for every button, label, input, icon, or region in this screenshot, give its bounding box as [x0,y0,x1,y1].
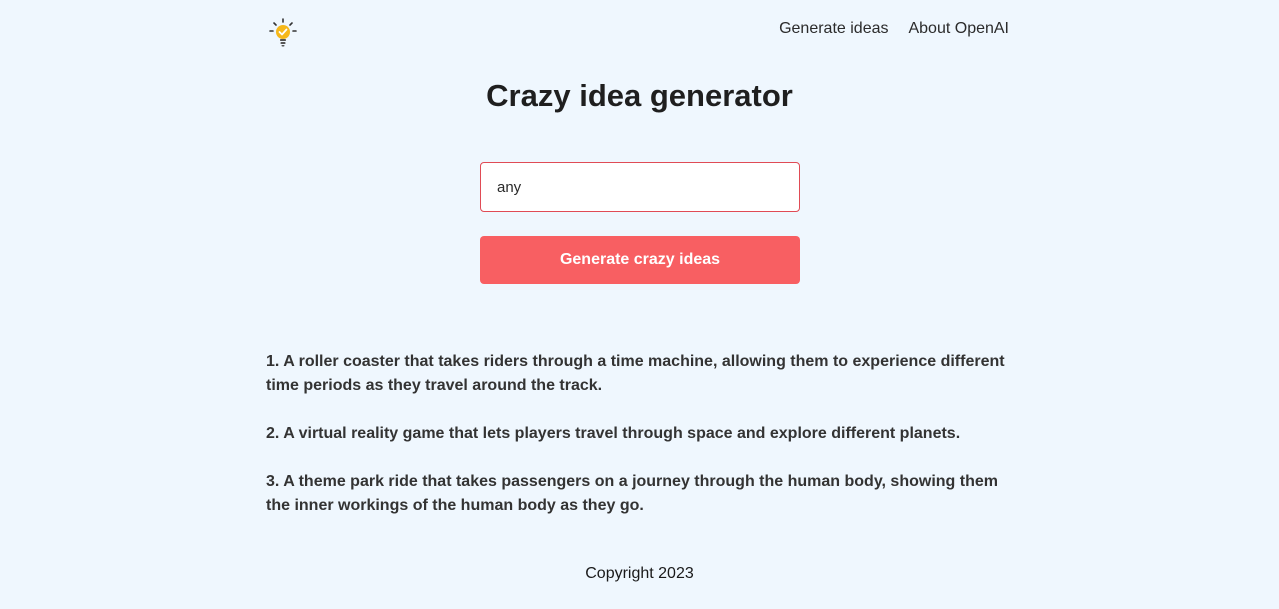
idea-item: 3. A theme park ride that takes passenge… [266,473,998,514]
idea-input-wrapper [480,162,800,212]
top-nav: Generate ideas About OpenAI [779,20,1009,38]
footer-copyright: Copyright 2023 [585,565,694,582]
page-title: Crazy idea generator [486,78,793,113]
nav-generate-ideas-link[interactable]: Generate ideas [779,20,888,38]
idea-item: 1. A roller coaster that takes riders th… [266,353,1005,394]
nav-about-openai-link[interactable]: About OpenAI [908,20,1009,38]
header: Generate ideas About OpenAI [0,0,1279,62]
lightbulb-check-icon[interactable] [268,18,298,48]
generate-crazy-ideas-button[interactable]: Generate crazy ideas [480,236,800,284]
idea-item: 2. A virtual reality game that lets play… [266,425,961,442]
ideas-list: 1. A roller coaster that takes riders th… [266,350,1026,542]
idea-topic-input[interactable] [480,162,800,212]
